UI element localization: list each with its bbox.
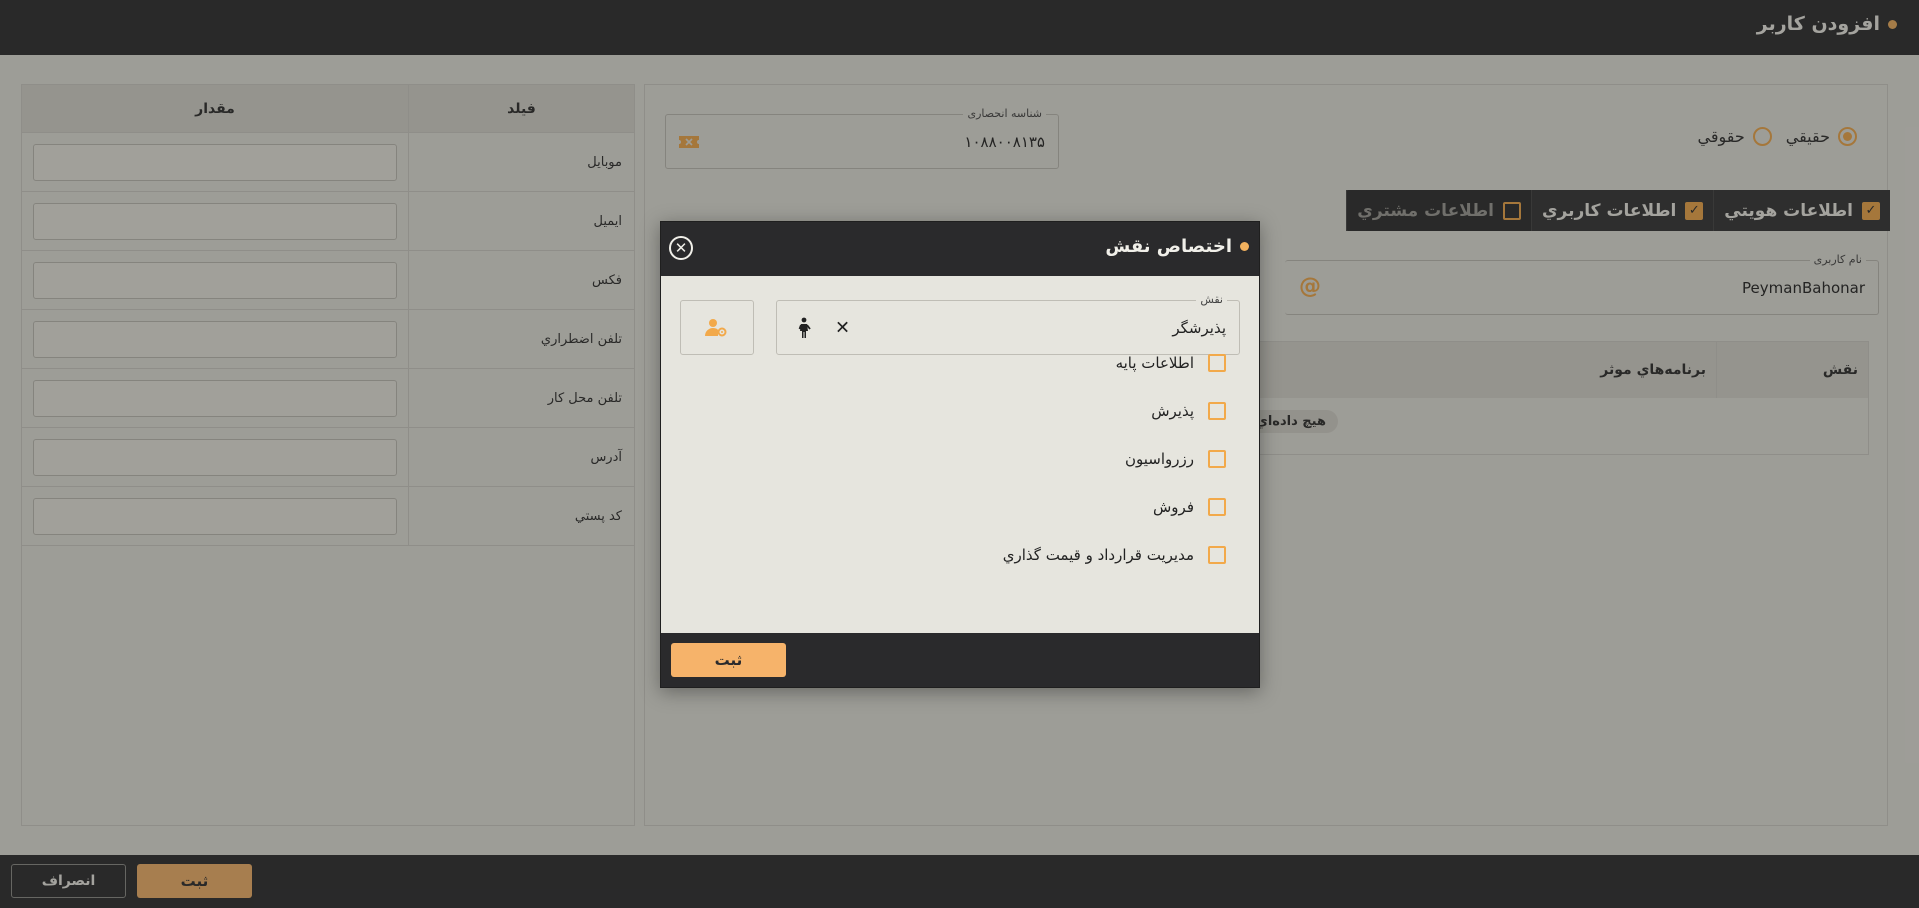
dialog-title-text: اختصاص نقش xyxy=(1105,236,1232,257)
list-item[interactable]: رزرواسيون xyxy=(1003,435,1226,483)
permission-label: پذيرش xyxy=(1151,402,1194,420)
user-settings-button[interactable] xyxy=(680,300,754,355)
list-item[interactable]: اطلاعات پايه xyxy=(1003,339,1226,387)
dialog-header: اختصاص نقش ✕ xyxy=(661,222,1259,276)
dialog-footer: ثبت xyxy=(661,633,1259,687)
field-legend: نقش xyxy=(1196,293,1227,306)
user-gear-icon xyxy=(705,318,727,336)
permission-list: اطلاعات پايه پذيرش رزرواسيون فروش مديريت… xyxy=(1003,339,1226,579)
role-value: پذيرشگر xyxy=(1172,318,1226,337)
title-dot-icon xyxy=(1240,242,1249,251)
dialog-submit-button[interactable]: ثبت xyxy=(671,643,786,677)
list-item[interactable]: مديريت قرارداد و قيمت گذاري xyxy=(1003,531,1226,579)
close-icon[interactable]: ✕ xyxy=(669,236,693,260)
list-item[interactable]: پذيرش xyxy=(1003,387,1226,435)
checkbox-unchecked-icon[interactable] xyxy=(1208,450,1226,468)
assign-role-dialog: اختصاص نقش ✕ نقش پذيرشگر ✕ اطلاعات پايه … xyxy=(660,221,1260,688)
person-walking-icon xyxy=(798,317,811,338)
checkbox-unchecked-icon[interactable] xyxy=(1208,402,1226,420)
clear-icon[interactable]: ✕ xyxy=(835,317,850,338)
checkbox-unchecked-icon[interactable] xyxy=(1208,546,1226,564)
list-item[interactable]: فروش xyxy=(1003,483,1226,531)
checkbox-unchecked-icon[interactable] xyxy=(1208,498,1226,516)
dialog-title: اختصاص نقش xyxy=(1105,236,1249,257)
permission-label: رزرواسيون xyxy=(1124,450,1194,468)
permission-label: مديريت قرارداد و قيمت گذاري xyxy=(1002,546,1194,564)
checkbox-unchecked-icon[interactable] xyxy=(1208,354,1226,372)
permission-label: فروش xyxy=(1152,498,1194,516)
permission-label: اطلاعات پايه xyxy=(1115,354,1194,372)
